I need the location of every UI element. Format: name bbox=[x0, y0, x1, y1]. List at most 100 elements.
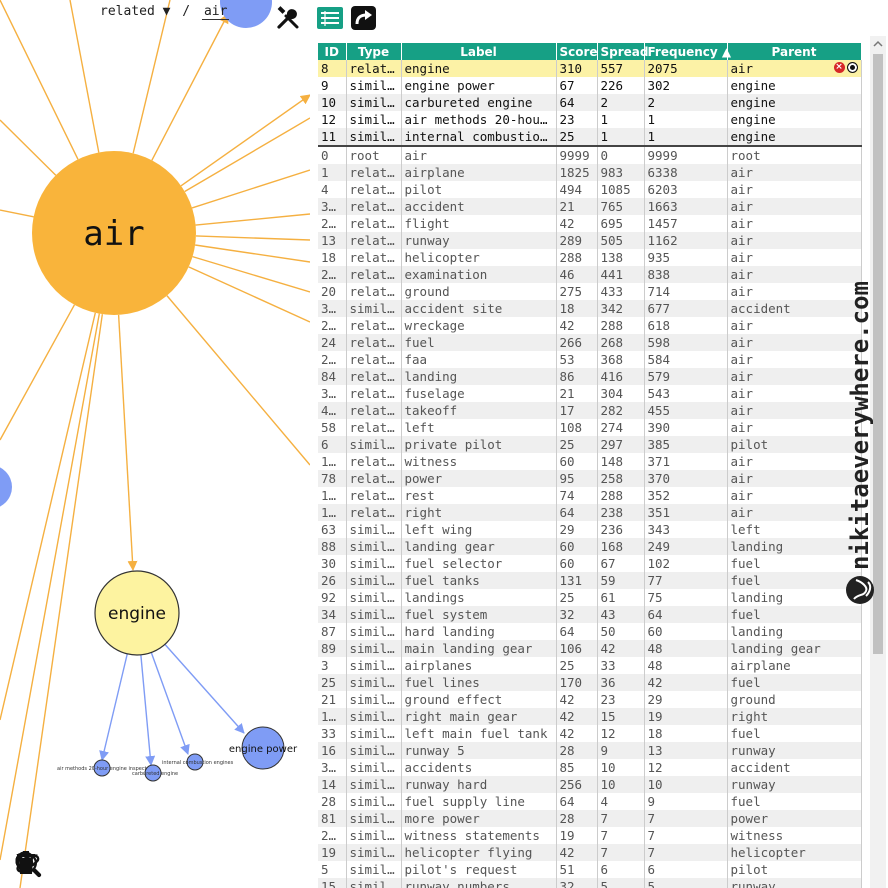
center-icon[interactable] bbox=[17, 853, 222, 881]
table-row[interactable]: 206 related faa 53 368 584 air bbox=[318, 351, 862, 368]
table-row[interactable]: 81 similar more power 28 7 7 power bbox=[318, 810, 862, 827]
table-row[interactable]: 19 similar helicopter flying 42 7 7 helicopter bbox=[318, 844, 862, 861]
cell-label: airplane bbox=[401, 164, 557, 181]
table-row[interactable]: 21 similar ground effect 42 23 29 ground bbox=[318, 691, 862, 708]
table-row[interactable]: 89 similar main landing gear 106 42 48 landing… bbox=[318, 640, 862, 657]
graph-canvas[interactable]: air engine engine power air methods 20-h… bbox=[0, 0, 310, 888]
scroll-up-arrow[interactable] bbox=[870, 36, 886, 52]
table-row[interactable]: 0 root air 9999 0 9999 root bbox=[318, 146, 862, 164]
table-icon[interactable] bbox=[316, 5, 344, 31]
table-row[interactable]: 14 similar runway hard 256 10 10 runway bbox=[318, 776, 862, 793]
table-row[interactable]: 34 similar fuel system 32 43 64 fuel bbox=[318, 606, 862, 623]
table-row[interactable]: 88 similar landing gear 60 168 249 landing bbox=[318, 538, 862, 555]
table-row[interactable]: 30 similar fuel selector 60 67 102 fuel bbox=[318, 555, 862, 572]
share-icon[interactable] bbox=[350, 5, 378, 31]
col-header-score[interactable]: Score bbox=[556, 43, 598, 60]
table-row[interactable]: 5 similar pilot's request 51 6 6 pilot bbox=[318, 861, 862, 878]
col-header-id[interactable]: ID bbox=[318, 43, 347, 60]
zoom-in-icon[interactable] bbox=[15, 851, 114, 881]
mode-dropdown[interactable]: related ▼ bbox=[100, 4, 170, 19]
cell-type: related bbox=[346, 164, 402, 181]
cell-spread: 297 bbox=[597, 436, 645, 453]
zoom-out-icon[interactable] bbox=[15, 851, 186, 881]
table-row[interactable]: 84 related landing 86 416 579 air bbox=[318, 368, 862, 385]
table-row[interactable]: 380 similar accidents 85 10 12 accident bbox=[318, 759, 862, 776]
table-row[interactable]: 9 similar engine power 67 226 302 engine bbox=[318, 77, 862, 94]
table-row[interactable]: 389 related fuselage 21 304 543 air bbox=[318, 385, 862, 402]
table-row[interactable]: 13 related runway 289 505 1162 air bbox=[318, 232, 862, 249]
table-row[interactable]: 15 similar runway numbers 32 5 5 runway bbox=[318, 878, 862, 888]
cell-frequency: 60 bbox=[644, 623, 728, 640]
table-row[interactable]: 24 related fuel 266 268 598 air bbox=[318, 334, 862, 351]
table-row[interactable]: 18 related helicopter 288 138 935 air bbox=[318, 249, 862, 266]
table-row[interactable]: 58 related left 108 274 390 air bbox=[318, 419, 862, 436]
cell-label: airplanes bbox=[401, 657, 557, 674]
col-header-spread[interactable]: Spread bbox=[597, 43, 648, 60]
table-row[interactable]: 28 similar fuel supply line 64 4 9 fuel bbox=[318, 793, 862, 810]
table-row[interactable]: 20 related ground 275 433 714 air bbox=[318, 283, 862, 300]
table-row[interactable]: 1 related airplane 1825 983 6338 air bbox=[318, 164, 862, 181]
table-row[interactable]: 282 related wreckage 42 288 618 air bbox=[318, 317, 862, 334]
cell-parent: air bbox=[727, 181, 862, 198]
trash-icon[interactable] bbox=[17, 851, 294, 881]
zoom-reset-icon[interactable] bbox=[15, 851, 150, 881]
table-row[interactable]: 11 similar internal combustion … 25 1 1 engine bbox=[318, 128, 862, 147]
cell-frequency: 2075 bbox=[644, 60, 728, 77]
table-row[interactable]: 8 related engine 310 557 2075 air × bbox=[318, 60, 862, 77]
table-row[interactable]: 176 similar right main gear 42 15 19 right bbox=[318, 708, 862, 725]
remove-icon[interactable]: × bbox=[833, 62, 845, 73]
table-row[interactable]: 26 similar fuel tanks 131 59 77 fuel bbox=[318, 572, 862, 589]
table-row[interactable]: 78 related power 95 258 370 air bbox=[318, 470, 862, 487]
table-row[interactable]: 412 related takeoff 17 282 455 air bbox=[318, 402, 862, 419]
table-row[interactable]: 222 related examination 46 441 838 air bbox=[318, 266, 862, 283]
table-row[interactable]: 379 related accident 21 765 1663 air bbox=[318, 198, 862, 215]
table-row[interactable]: 381 similar accident site 18 342 677 accident bbox=[318, 300, 862, 317]
cell-score: 18 bbox=[556, 300, 598, 317]
focus-icon[interactable] bbox=[846, 62, 858, 73]
cell-parent: air bbox=[727, 164, 862, 181]
cell-type: similar bbox=[346, 589, 402, 606]
results-table-container[interactable]: ID Type Label Score Spread Frequency ▲ P… bbox=[318, 43, 862, 888]
cell-frequency: 7 bbox=[644, 810, 728, 827]
cell-spread: 15 bbox=[597, 708, 645, 725]
table-row[interactable]: 6 similar private pilot 25 297 385 pilot bbox=[318, 436, 862, 453]
node-similar-left[interactable] bbox=[0, 465, 12, 509]
table-row[interactable]: 25 similar fuel lines 170 36 42 fuel bbox=[318, 674, 862, 691]
cell-frequency: 598 bbox=[644, 334, 728, 351]
table-row[interactable]: 16 similar runway 5 28 9 13 runway bbox=[318, 742, 862, 759]
cell-spread: 12 bbox=[597, 725, 645, 742]
col-header-parent[interactable]: Parent bbox=[727, 43, 862, 60]
table-row[interactable]: 10 similar carbureted engine 64 2 2 engine bbox=[318, 94, 862, 111]
table-row[interactable]: 200 similar witness statements 19 7 7 witness bbox=[318, 827, 862, 844]
table-row[interactable]: 63 similar left wing 29 236 343 left bbox=[318, 521, 862, 538]
cell-spread: 342 bbox=[597, 300, 645, 317]
table-row[interactable]: 4 related pilot 494 1085 6203 air bbox=[318, 181, 862, 198]
table-row[interactable]: 199 related witness 60 148 371 air bbox=[318, 453, 862, 470]
cell-score: 42 bbox=[556, 691, 598, 708]
col-header-type[interactable]: Type bbox=[346, 43, 402, 60]
breadcrumb-current[interactable]: air bbox=[201, 4, 230, 20]
cell-parent: fuel bbox=[727, 674, 862, 691]
table-row[interactable]: 118 related rest 74 288 352 air bbox=[318, 487, 862, 504]
col-header-label[interactable]: Label bbox=[401, 43, 557, 60]
cell-parent: runway bbox=[727, 776, 862, 793]
table-row[interactable]: 3 similar airplanes 25 33 48 airplane bbox=[318, 657, 862, 674]
table-row[interactable]: 33 similar left main fuel tank 42 12 18 fuel bbox=[318, 725, 862, 742]
cell-label: carbureted engine bbox=[401, 94, 557, 111]
table-row[interactable]: 175 related right 64 238 351 air bbox=[318, 504, 862, 521]
cell-label: witness bbox=[401, 453, 557, 470]
graph-svg[interactable]: air engine engine power air methods 20-h… bbox=[0, 0, 310, 888]
cell-score: 95 bbox=[556, 470, 598, 487]
table-row[interactable]: 252 related flight 42 695 1457 air bbox=[318, 215, 862, 232]
col-header-frequency[interactable]: Frequency ▲ bbox=[644, 43, 731, 60]
cell-score: 28 bbox=[556, 810, 598, 827]
redo-icon[interactable] bbox=[17, 853, 78, 881]
cell-score: 25 bbox=[556, 657, 598, 674]
table-row[interactable]: 12 similar air methods 20-hour … 23 1 1 engine bbox=[318, 111, 862, 128]
tools-icon[interactable] bbox=[276, 6, 300, 30]
cell-spread: 148 bbox=[597, 453, 645, 470]
table-row[interactable]: 92 similar landings 25 61 75 landing bbox=[318, 589, 862, 606]
table-row[interactable]: 87 similar hard landing 64 50 60 landing bbox=[318, 623, 862, 640]
cell-label: runway 5 bbox=[401, 742, 557, 759]
unlink-icon[interactable] bbox=[16, 852, 258, 881]
